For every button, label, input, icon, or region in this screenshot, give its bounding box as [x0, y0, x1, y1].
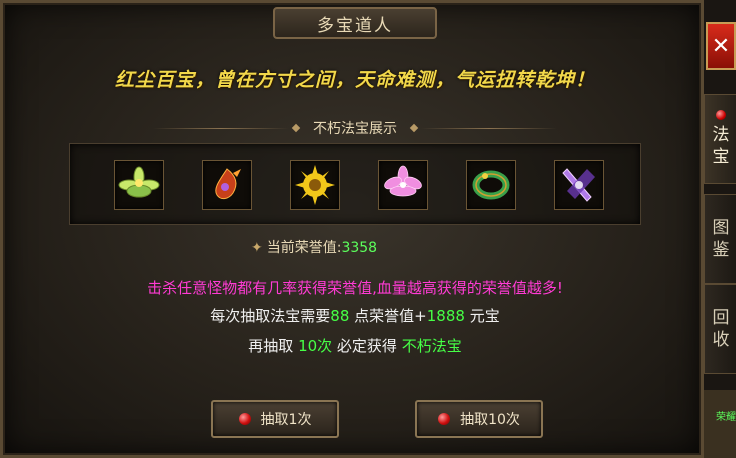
treasure-panel: 多宝道人 红尘百宝，曾在方寸之间，天命难测，气运扭转乾坤！ 不朽法宝展示 ✦ 当…: [0, 0, 704, 458]
lotus-pink-icon: [384, 165, 422, 197]
guarantee-text: 必定获得: [332, 337, 402, 355]
showcase-header: 不朽法宝展示: [153, 117, 557, 139]
tab-label: 图: [712, 218, 730, 238]
red-orb-icon: [438, 413, 451, 425]
draw-ten-button[interactable]: 抽取10次: [415, 400, 543, 438]
sun-wheel-icon: [295, 165, 335, 205]
diamond-icon: [409, 123, 419, 133]
lotus-green-icon: [118, 166, 160, 198]
honor-value: 3358: [341, 240, 378, 256]
treasure-slot[interactable]: [290, 160, 340, 210]
treasure-slot[interactable]: [202, 160, 252, 210]
slogan-text: 红尘百宝，曾在方寸之间，天命难测，气运扭转乾坤！: [114, 69, 595, 91]
draw-one-label: 抽取1次: [260, 412, 312, 428]
info-line-guarantee: 再抽取 10次 必定获得 不朽法宝: [3, 335, 707, 356]
crystal-blade-icon: [562, 168, 595, 202]
tab-codex[interactable]: 图 鉴: [704, 194, 736, 284]
tab-label: 收: [712, 330, 730, 350]
treasure-slot[interactable]: [114, 160, 164, 210]
cost-text: 每次抽取法宝需要: [210, 307, 331, 325]
jade-bracelet-icon: [472, 170, 510, 200]
gold-cost: 1888: [426, 307, 465, 325]
info-line-kill: 击杀任意怪物都有几率获得荣誉值,血量越高获得的荣誉值越多!: [147, 279, 563, 297]
treasure-showcase: [69, 143, 641, 225]
draw-one-button[interactable]: 抽取1次: [211, 400, 339, 438]
honor-display: ✦ 当前荣誉值:3358: [251, 237, 377, 257]
cost-text: 点荣誉值+: [349, 307, 427, 325]
close-button[interactable]: ✕: [706, 22, 736, 70]
honor-icon: ✦: [251, 240, 263, 256]
draw-ten-label: 抽取10次: [460, 412, 520, 428]
divider: [153, 127, 289, 129]
tab-recycle[interactable]: 回 收: [704, 284, 736, 374]
corner-text: 荣耀: [716, 412, 736, 423]
treasure-slot[interactable]: [466, 160, 516, 210]
map-corner: 荣耀: [704, 390, 736, 458]
tab-label: 宝: [712, 147, 730, 167]
treasure-slot[interactable]: [554, 160, 604, 210]
guaranteed-reward: 不朽法宝: [401, 337, 462, 355]
diamond-icon: [291, 123, 301, 133]
tab-treasure[interactable]: 法 宝: [704, 94, 736, 184]
divider: [421, 127, 557, 129]
info-line-cost: 每次抽取法宝需要88 点荣誉值+1888 元宝: [3, 305, 707, 326]
showcase-title: 不朽法宝展示: [313, 121, 397, 137]
tab-label: 鉴: [712, 240, 730, 260]
honor-cost: 88: [330, 307, 350, 325]
remaining-draws: 10次: [298, 337, 333, 355]
tab-label: 法: [712, 125, 730, 145]
tab-label: 回: [712, 308, 730, 328]
phoenix-pendant-icon: [215, 168, 241, 200]
red-orb-icon: [238, 413, 251, 425]
guarantee-text: 再抽取: [248, 337, 299, 355]
honor-label: 当前荣誉值:: [266, 240, 342, 256]
treasure-slot[interactable]: [378, 160, 428, 210]
red-orb-icon: [716, 110, 726, 120]
window-title: 多宝道人: [273, 7, 437, 39]
cost-text: 元宝: [464, 307, 500, 325]
